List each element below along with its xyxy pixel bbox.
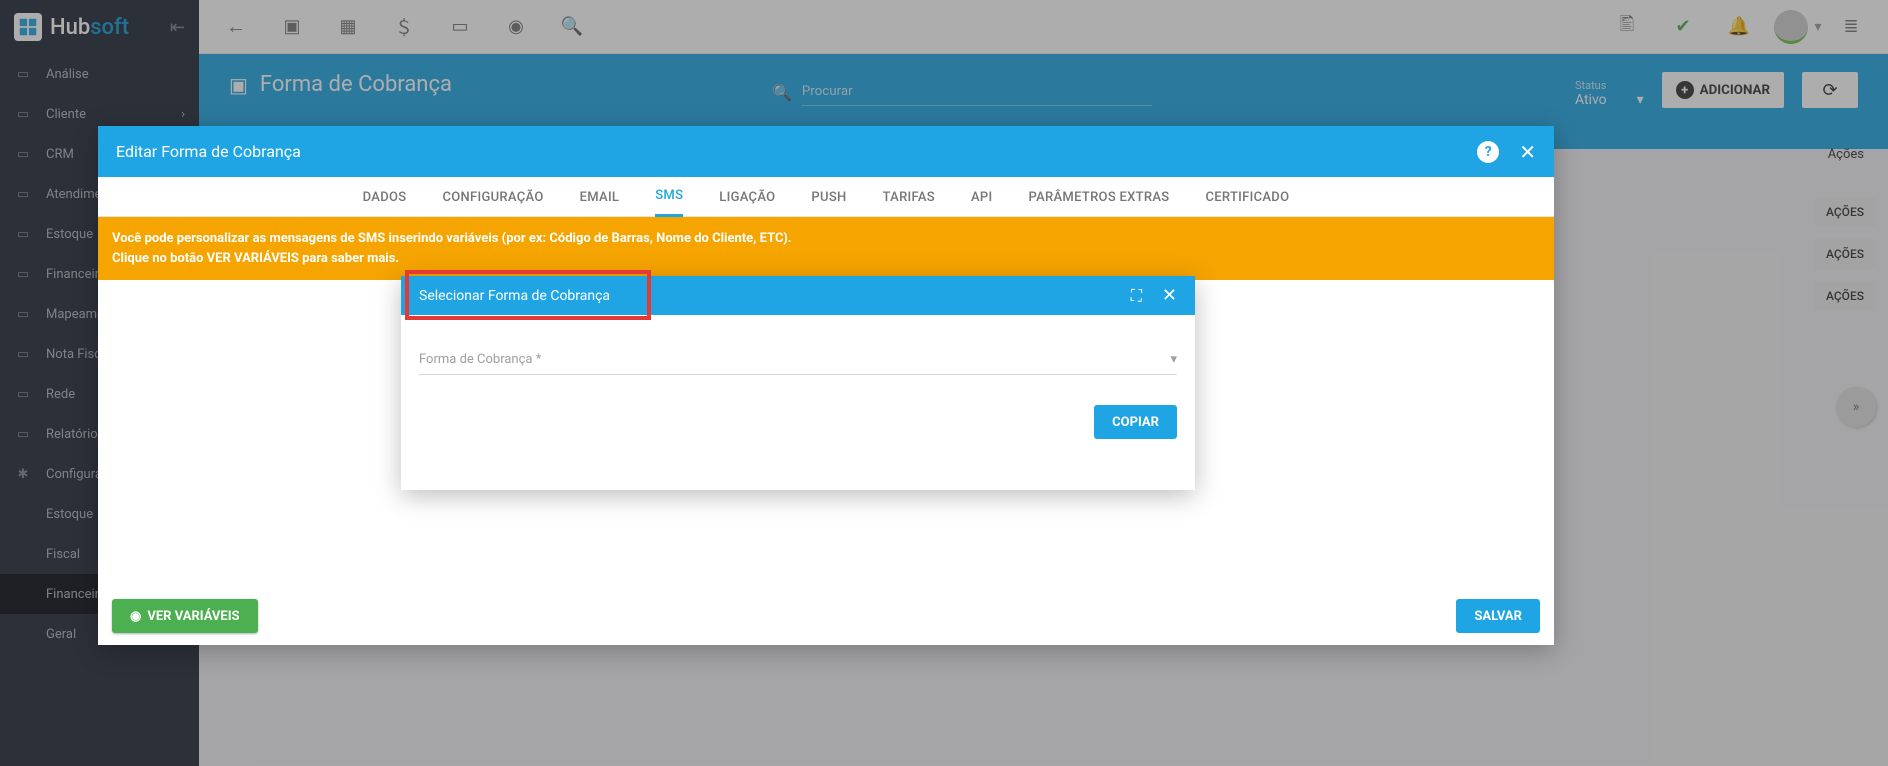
info-alert: Você pode personalizar as mensagens de S… <box>98 217 1554 280</box>
copiar-button[interactable]: COPIAR <box>1094 405 1177 439</box>
dialog-title: Editar Forma de Cobrança <box>116 142 301 161</box>
salvar-button[interactable]: SALVAR <box>1456 599 1540 633</box>
button-label: SALVAR <box>1474 609 1522 624</box>
tab-dados[interactable]: DADOS <box>363 177 407 217</box>
ver-variaveis-button[interactable]: ◉ VER VARIÁVEIS <box>112 599 258 633</box>
dialog-title: Selecionar Forma de Cobrança <box>419 288 610 304</box>
forma-cobranca-select[interactable]: Forma de Cobrança * ▾ <box>419 345 1177 375</box>
alert-line-1: Você pode personalizar as mensagens de S… <box>112 229 1540 249</box>
tabs: DADOS CONFIGURAÇÃO EMAIL SMS LIGAÇÃO PUS… <box>98 177 1554 217</box>
tab-email[interactable]: EMAIL <box>580 177 620 217</box>
alert-line-2: Clique no botão VER VARIÁVEIS para saber… <box>112 249 1540 269</box>
tab-parametros-extras[interactable]: PARÂMETROS EXTRAS <box>1028 177 1169 217</box>
button-label: COPIAR <box>1112 415 1159 430</box>
close-button[interactable]: ✕ <box>1519 142 1536 162</box>
eye-icon: ◉ <box>130 609 141 624</box>
dialog-selecionar-forma-cobranca: Selecionar Forma de Cobrança ⛶ ✕ Forma d… <box>401 276 1195 490</box>
help-button[interactable]: ? <box>1477 141 1499 163</box>
tab-ligacao[interactable]: LIGAÇÃO <box>719 177 775 217</box>
tab-sms[interactable]: SMS <box>655 177 683 217</box>
chevron-down-icon: ▾ <box>1170 352 1177 367</box>
tab-configuracao[interactable]: CONFIGURAÇÃO <box>442 177 543 217</box>
tab-api[interactable]: API <box>971 177 993 217</box>
field-label: Forma de Cobrança * <box>419 352 541 367</box>
tab-tarifas[interactable]: TARIFAS <box>883 177 935 217</box>
close-button[interactable]: ✕ <box>1162 287 1177 305</box>
tab-certificado[interactable]: CERTIFICADO <box>1205 177 1289 217</box>
tab-push[interactable]: PUSH <box>811 177 846 217</box>
dialog-header: Selecionar Forma de Cobrança ⛶ ✕ <box>401 276 1195 315</box>
dialog-header: Editar Forma de Cobrança ? ✕ <box>98 126 1554 177</box>
button-label: VER VARIÁVEIS <box>147 609 239 624</box>
fullscreen-button[interactable]: ⛶ <box>1131 286 1142 306</box>
dialog-footer: ◉ VER VARIÁVEIS SALVAR <box>98 587 1554 645</box>
